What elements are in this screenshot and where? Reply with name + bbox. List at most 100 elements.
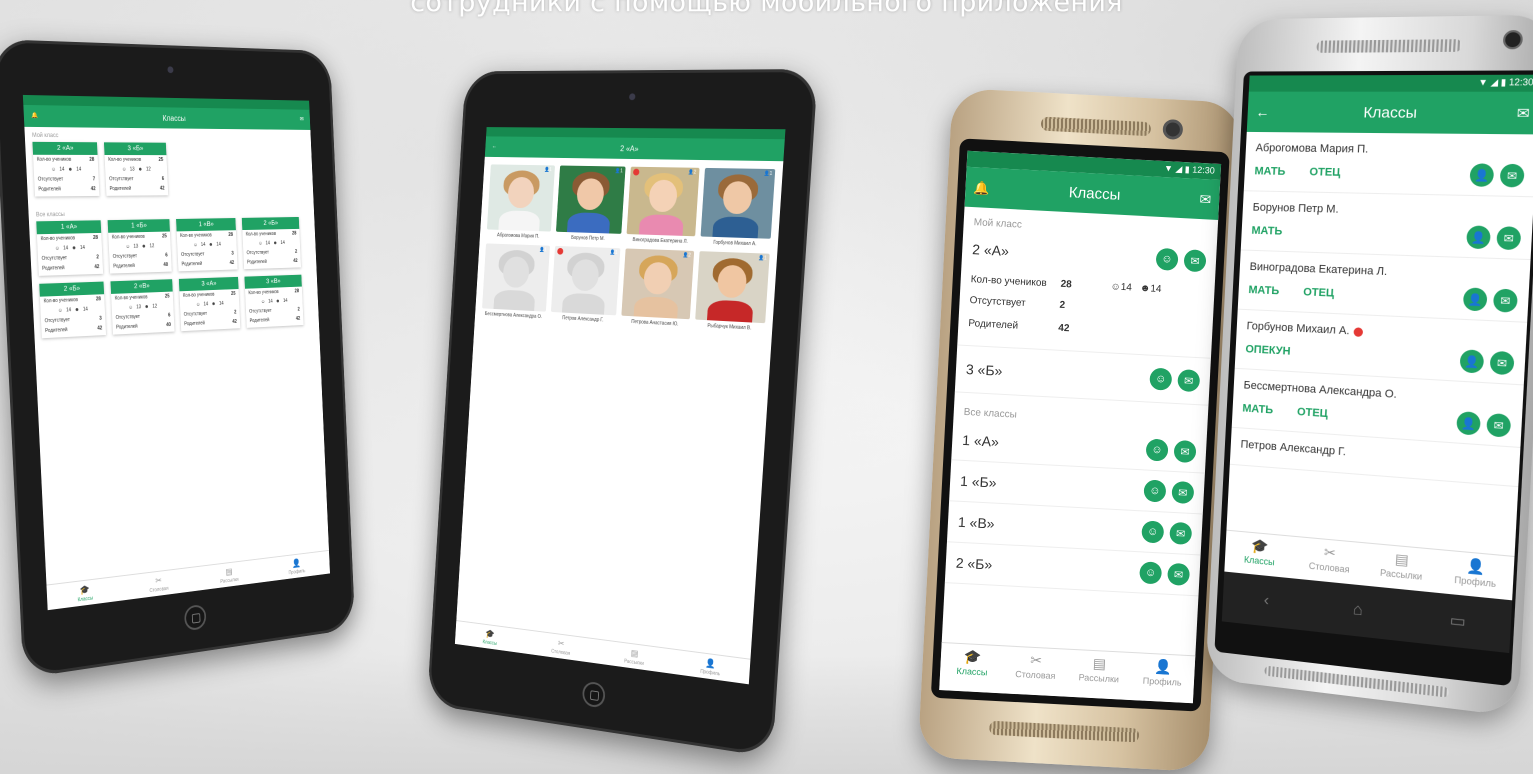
tab-fork-knife[interactable]: ✂ Столовая bbox=[122, 567, 195, 600]
pupil-photo: 👤1 bbox=[695, 251, 770, 323]
class-card[interactable]: 2 «Б» Кол-во учеников 28 ☺ 14 ☻ 14 Отсутствует 3… bbox=[39, 282, 106, 339]
nav-home-icon[interactable]: ⌂ bbox=[1352, 601, 1363, 620]
student-row[interactable]: Аброгомова Мария П. МАТЬ ОТЕЦ 👤 ✉ bbox=[1244, 132, 1533, 197]
students-label: Кол-во учеников bbox=[115, 294, 148, 301]
class-card[interactable]: 1 «Б» Кол-во учеников 25 ☺ 13 ☻ 12 Отсутствует 6… bbox=[108, 219, 172, 273]
pupil-card[interactable]: 👤1 Борунов Петр М. bbox=[555, 166, 626, 243]
tab-fork-knife[interactable]: ✂ Столовая bbox=[1293, 537, 1366, 586]
parents-group-icon[interactable]: ☺ bbox=[1149, 368, 1172, 391]
relation-link[interactable]: ОПЕКУН bbox=[1245, 343, 1291, 358]
tab-fork-knife[interactable]: ✂ Столовая bbox=[524, 630, 598, 663]
mail-icon[interactable]: ✉ bbox=[1171, 481, 1194, 504]
class-card[interactable]: 1 «В» Кол-во учеников 28 ☺ 14 ☻ 14 Отсутствует 3… bbox=[176, 218, 238, 271]
tab-graduation-cap[interactable]: 🎓 Классы bbox=[47, 576, 123, 610]
fork-knife-icon: ✂ bbox=[1004, 650, 1068, 670]
parents-count: 42 bbox=[296, 316, 301, 322]
tab-profile[interactable]: 👤 Профиль bbox=[263, 551, 330, 582]
mail-icon[interactable]: ✉ bbox=[1177, 369, 1200, 392]
parents-group-icon[interactable]: ☺ bbox=[1139, 561, 1162, 584]
pupil-name: Рыбарчук Михаил В. bbox=[694, 322, 765, 332]
relation-link[interactable]: МАТЬ bbox=[1254, 165, 1285, 178]
tab-profile[interactable]: 👤 Профиль bbox=[1129, 653, 1195, 703]
pupil-card[interactable]: 👤1 Абрагомова Мария П. bbox=[486, 164, 554, 240]
face bbox=[648, 179, 677, 212]
profile-icon[interactable]: 👤 bbox=[1459, 349, 1484, 373]
home-button[interactable] bbox=[582, 681, 606, 709]
relation-link[interactable]: МАТЬ bbox=[1242, 402, 1273, 416]
back-arrow-icon[interactable]: ← bbox=[1255, 105, 1270, 119]
relation-link[interactable]: ОТЕЦ bbox=[1309, 166, 1341, 179]
tab-fork-knife[interactable]: ✂ Столовая bbox=[1003, 646, 1069, 696]
class-card[interactable]: 3 «В» Кол-во учеников 28 ☺ 14 ☻ 14 Отсутствует 2… bbox=[244, 275, 303, 328]
bell-icon[interactable]: 🔔 bbox=[973, 181, 990, 195]
phone-gold-screen: ▼ ◢ ▮ 12:30 🔔 Классы ✉ Мой класс 2 «А» ☺… bbox=[939, 151, 1221, 704]
mail-icon[interactable]: ✉ bbox=[1183, 249, 1206, 272]
parents-line: Родителей 42 bbox=[34, 184, 99, 196]
mail-icon[interactable]: ✉ bbox=[1486, 413, 1511, 438]
parents-group-icon[interactable]: ☺ bbox=[1143, 479, 1166, 502]
class-name: 1 «В» bbox=[958, 514, 1137, 539]
class-card[interactable]: 2 «В» Кол-во учеников 25 ☺ 13 ☻ 12 Отсутствует 6… bbox=[110, 279, 174, 334]
class-card[interactable]: 2 «А» Кол-во учеников 28 ☺ 14 ☻ 14 Отсутствует 7… bbox=[32, 142, 99, 197]
mail-icon[interactable]: ✉ bbox=[1167, 563, 1190, 586]
parents-label: Родителей bbox=[250, 317, 270, 324]
tab-newsletter[interactable]: ▤ Рассылки bbox=[194, 559, 264, 591]
students-count: 28 bbox=[96, 296, 101, 302]
girl-icon: ☻ bbox=[144, 304, 149, 310]
parents-group-icon[interactable]: ☺ bbox=[1141, 520, 1164, 543]
relation-link[interactable]: ОТЕЦ bbox=[1297, 406, 1328, 420]
profile-icon[interactable]: 👤 bbox=[1463, 287, 1488, 311]
relation-link[interactable]: МАТЬ bbox=[1248, 284, 1279, 297]
pupil-card[interactable]: 👤2 Виноградова Екатерина Л. bbox=[626, 167, 699, 245]
tablet-middle-camera bbox=[629, 93, 636, 100]
class-card[interactable]: 1 «А» Кол-во учеников 28 ☺ 14 ☻ 14 Отсутствует 2… bbox=[36, 220, 103, 276]
tab-profile[interactable]: 👤 Профиль bbox=[671, 650, 750, 685]
profile-icon[interactable]: 👤 bbox=[1469, 163, 1494, 187]
parents-group-icon[interactable]: ☺ bbox=[1145, 438, 1168, 461]
girls-count: 14 bbox=[83, 307, 88, 313]
girl-icon: ☻ bbox=[138, 167, 143, 173]
tab-newsletter[interactable]: ▤ Рассылки bbox=[1364, 543, 1439, 592]
parents-group-icon[interactable]: ☺ bbox=[1155, 248, 1178, 271]
body bbox=[633, 296, 678, 319]
students-label: Кол-во учеников bbox=[37, 157, 72, 163]
mail-icon[interactable]: ✉ bbox=[1489, 351, 1514, 376]
home-button[interactable] bbox=[184, 604, 207, 631]
nav-back-icon[interactable]: ‹ bbox=[1263, 592, 1269, 611]
mail-icon[interactable]: ✉ bbox=[300, 117, 304, 123]
relation-link[interactable]: ОТЕЦ bbox=[1303, 286, 1335, 300]
mail-icon[interactable]: ✉ bbox=[1173, 440, 1196, 463]
tab-graduation-cap[interactable]: 🎓 Классы bbox=[1224, 531, 1295, 579]
tab-graduation-cap[interactable]: 🎓 Классы bbox=[939, 643, 1005, 693]
mail-icon[interactable]: ✉ bbox=[1496, 226, 1521, 250]
profile-icon[interactable]: 👤 bbox=[1456, 411, 1481, 436]
student-row[interactable]: Борунов Петр М. МАТЬ 👤 ✉ bbox=[1241, 191, 1533, 260]
mail-icon[interactable]: ✉ bbox=[1516, 106, 1530, 121]
relations-line: МАТЬ ОТЕЦ 👤 ✉ bbox=[1248, 279, 1518, 313]
pupil-card[interactable]: 👤1 Петров Александр Г. bbox=[550, 246, 620, 324]
absent-count: 2 bbox=[96, 254, 99, 260]
tab-newsletter[interactable]: ▤ Рассылки bbox=[1066, 650, 1132, 700]
tab-profile[interactable]: 👤 Профиль bbox=[1437, 550, 1514, 600]
pupil-card[interactable]: 👤1 Рыбарчук Михаил В. bbox=[694, 251, 770, 332]
pupil-card[interactable]: 👤1 Горбунов Михаил А. bbox=[700, 168, 776, 248]
pupil-card[interactable]: 👤2 Петрова Анастасия Ю. bbox=[621, 248, 694, 328]
relation-link[interactable]: МАТЬ bbox=[1251, 225, 1282, 238]
girls-count: 14 bbox=[76, 167, 81, 173]
mail-icon[interactable]: ✉ bbox=[1199, 192, 1211, 207]
girl-icon: ☻ bbox=[68, 167, 73, 173]
mail-icon[interactable]: ✉ bbox=[1493, 289, 1518, 313]
tab-newsletter[interactable]: ▤ Рассылки bbox=[597, 640, 673, 674]
class-card[interactable]: 2 «Б» Кол-во учеников 28 ☺ 14 ☻ 14 Отсутствует 2… bbox=[242, 217, 301, 269]
mail-icon[interactable]: ✉ bbox=[1500, 164, 1525, 188]
nav-recent-icon[interactable]: ▭ bbox=[1449, 610, 1466, 633]
mail-icon[interactable]: ✉ bbox=[1169, 522, 1192, 545]
class-card[interactable]: 3 «А» Кол-во учеников 25 ☺ 14 ☻ 14 Отсутствует 2… bbox=[179, 277, 240, 331]
tab-label: Профиль bbox=[1143, 676, 1182, 688]
profile-icon[interactable]: 👤 bbox=[1466, 225, 1491, 249]
badge-count: 1 bbox=[615, 250, 618, 256]
pupil-card[interactable]: 👤1 Бессмертнова Александра О. bbox=[482, 243, 550, 320]
class-card[interactable]: 3 «Б» Кол-во учеников 25 ☺ 13 ☻ 12 Отсутствует 6… bbox=[104, 142, 168, 196]
tablet-middle: ← 2 «А» 👤1 Абрагомова Мария П. 👤1 Борунов П… bbox=[427, 69, 818, 757]
tab-graduation-cap[interactable]: 🎓 Классы bbox=[455, 621, 526, 653]
